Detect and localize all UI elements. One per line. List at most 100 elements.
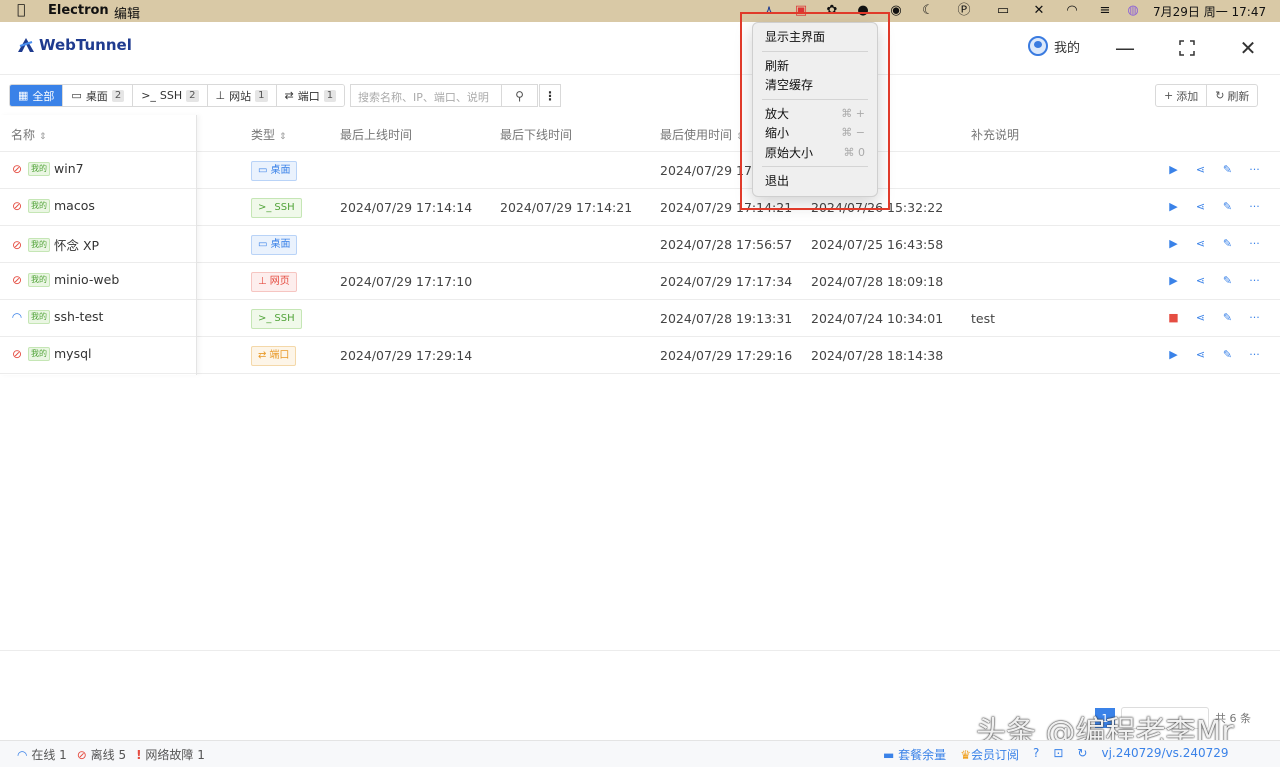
tab-count-badge: 1 (323, 89, 337, 102)
name-cell[interactable]: ⊘ 我的 macos (10, 198, 95, 213)
plan-quota-link[interactable]: ▬ 套餐余量 (883, 746, 946, 763)
edit-icon[interactable]: ✎ (1220, 348, 1235, 361)
column-header-type[interactable]: 类型 ⇕ (251, 126, 287, 143)
refresh-button[interactable]: ↻ 刷新 (1207, 85, 1257, 106)
toolbar: ▦ 全部 ▭ 桌面 2 >_ SSH 2 ⊥ 网站 1 ⇄ 端口 1 搜索名称、… (0, 84, 1280, 108)
wifi-icon[interactable]: ◠ (1063, 3, 1081, 19)
table-row[interactable]: ◠ 我的 ssh-test >_ SSH 2024/07/28 19:13:31 2024/… (0, 300, 1280, 337)
more-icon[interactable]: ··· (1247, 163, 1262, 176)
sync-icon[interactable]: ↻ (1077, 746, 1087, 763)
grid-icon: ▦ (18, 89, 29, 102)
type-tag: ▭ 桌面 (251, 161, 298, 181)
mine-badge: 我的 (28, 161, 50, 176)
share-icon[interactable]: ⋖ (1193, 348, 1208, 361)
version-label[interactable]: vj.240729/vs.240729 (1101, 746, 1228, 763)
name-cell[interactable]: ⊘ 我的 怀念 XP (10, 235, 99, 254)
refresh-icon: ↻ (1215, 89, 1225, 102)
stop-icon[interactable]: ■ (1166, 311, 1181, 324)
type-label: 网页 (269, 276, 290, 287)
more-icon[interactable]: ··· (1247, 348, 1262, 361)
search-input[interactable]: 搜索名称、IP、端口、说明 (350, 84, 502, 107)
fault-status[interactable]: ! 网络故障 1 (136, 746, 205, 763)
plan-label: 套餐余量 (898, 748, 947, 762)
share-icon[interactable]: ⋖ (1193, 237, 1208, 250)
mute-icon[interactable]: ✕ (1030, 3, 1048, 19)
share-icon[interactable]: ⋖ (1193, 200, 1208, 213)
webtunnel-logo-icon (18, 38, 34, 52)
maximize-button[interactable] (1175, 36, 1199, 60)
minimize-button[interactable]: — (1113, 36, 1137, 60)
wifi-icon: ◠ (11, 309, 23, 324)
play-icon[interactable]: ▶ (1166, 237, 1181, 250)
edit-icon[interactable]: ✎ (1220, 237, 1235, 250)
row-actions: ▶ ⋖ ✎ ··· (1166, 348, 1262, 361)
more-icon[interactable]: ··· (1247, 311, 1262, 324)
name-cell[interactable]: ⊘ 我的 mysql (10, 346, 92, 361)
table-row[interactable]: ⊘ 我的 macos >_ SSH 2024/07/29 17:14:14 2024/07/… (0, 189, 1280, 226)
avatar (1028, 36, 1048, 56)
time-cell: 2024/07/28 18:14:38 (811, 348, 944, 363)
tab-port[interactable]: ⇄ 端口 1 (276, 85, 345, 106)
name-cell[interactable]: ◠ 我的 ssh-test (10, 309, 104, 324)
more-icon[interactable]: ··· (1247, 237, 1262, 250)
type-label: 端口 (269, 350, 290, 361)
help-icon[interactable]: ? (1033, 746, 1039, 763)
close-button[interactable]: ✕ (1236, 36, 1260, 60)
edit-icon[interactable]: ✎ (1220, 163, 1235, 176)
edit-icon[interactable]: ✎ (1220, 200, 1235, 213)
mine-badge: 我的 (28, 237, 50, 252)
table-row[interactable]: ⊘ 我的 怀念 XP ▭ 桌面 2024/07/28 17:56:57 2024/07/25… (0, 226, 1280, 263)
more-icon[interactable]: ··· (1247, 274, 1262, 287)
share-icon[interactable]: ⋖ (1193, 274, 1208, 287)
share-icon[interactable]: ⋖ (1193, 163, 1208, 176)
last-used-cell: 2024/07/28 19:13:31 (660, 311, 793, 326)
sitemap-icon: ⊥ (215, 89, 226, 102)
play-icon[interactable]: ▶ (1166, 163, 1181, 176)
play-icon[interactable]: ▶ (1166, 348, 1181, 361)
menu-bar-clock[interactable]: 7月29日 周一 17:47 (1153, 3, 1266, 20)
apple-icon[interactable]:  (17, 2, 25, 18)
user-menu[interactable]: 我的 (1028, 36, 1080, 56)
tab-desktop[interactable]: ▭ 桌面 2 (63, 85, 134, 106)
offline-status[interactable]: ⊘ 离线 5 (77, 746, 126, 763)
port-icon: ⇄ (258, 350, 267, 361)
disconnected-icon: ⊘ (11, 346, 23, 361)
last-online-cell: 2024/07/29 17:14:14 (340, 200, 473, 215)
play-icon[interactable]: ▶ (1166, 200, 1181, 213)
add-button[interactable]: + 添加 (1156, 85, 1208, 106)
name-cell[interactable]: ⊘ 我的 win7 (10, 161, 84, 176)
column-header-name[interactable]: 名称 ⇕ (11, 126, 47, 143)
tab-label: 桌面 (85, 89, 108, 103)
vip-subscription-link[interactable]: ♛会员订阅 (960, 746, 1019, 763)
tab-all[interactable]: ▦ 全部 (10, 85, 64, 106)
lock-icon[interactable]: ⊡ (1053, 746, 1063, 763)
moon-icon[interactable]: ☾ (919, 3, 937, 19)
sort-icon[interactable]: ⇕ (39, 132, 47, 142)
disconnected-icon: ⊘ (76, 748, 87, 762)
tab-label: 网站 (229, 89, 252, 103)
share-icon[interactable]: ⋖ (1193, 311, 1208, 324)
type-label: SSH (274, 313, 295, 324)
search-button[interactable]: ⚲ (501, 84, 538, 107)
column-header-last-used[interactable]: 最后使用时间 ⇕ (660, 126, 744, 143)
edit-menu[interactable]: 编辑 (114, 3, 140, 22)
tab-website[interactable]: ⊥ 网站 1 (207, 85, 277, 106)
play-icon[interactable]: ▶ (1166, 274, 1181, 287)
online-status[interactable]: ◠ 在线 1 (17, 746, 67, 763)
table-row[interactable]: ⊘ 我的 mysql ⇄ 端口 2024/07/29 17:29:14 2024/07/29… (0, 337, 1280, 374)
tab-ssh[interactable]: >_ SSH 2 (133, 85, 208, 106)
control-center-icon[interactable]: ≡ (1096, 3, 1114, 19)
more-icon[interactable]: ··· (1247, 200, 1262, 213)
table-row[interactable]: ⊘我的win7▭桌面2024/07/29 17:118:12:44▶⋖✎··· (0, 152, 1280, 189)
battery-icon[interactable]: ▭ (990, 3, 1016, 19)
edit-icon[interactable]: ✎ (1220, 274, 1235, 287)
p-tray-icon[interactable]: Ⓟ (955, 3, 973, 19)
app-menu[interactable]: Electron (48, 3, 109, 18)
desktop-icon: ▭ (71, 89, 82, 102)
table-row[interactable]: ⊘ 我的 minio-web ⊥ 网页 2024/07/29 17:17:10 2024/0… (0, 263, 1280, 300)
sort-icon[interactable]: ⇕ (279, 132, 287, 142)
more-options-button[interactable]: ⋮ (539, 84, 561, 107)
siri-icon[interactable]: ◍ (1124, 3, 1142, 19)
edit-icon[interactable]: ✎ (1220, 311, 1235, 324)
name-cell[interactable]: ⊘ 我的 minio-web (10, 272, 119, 287)
